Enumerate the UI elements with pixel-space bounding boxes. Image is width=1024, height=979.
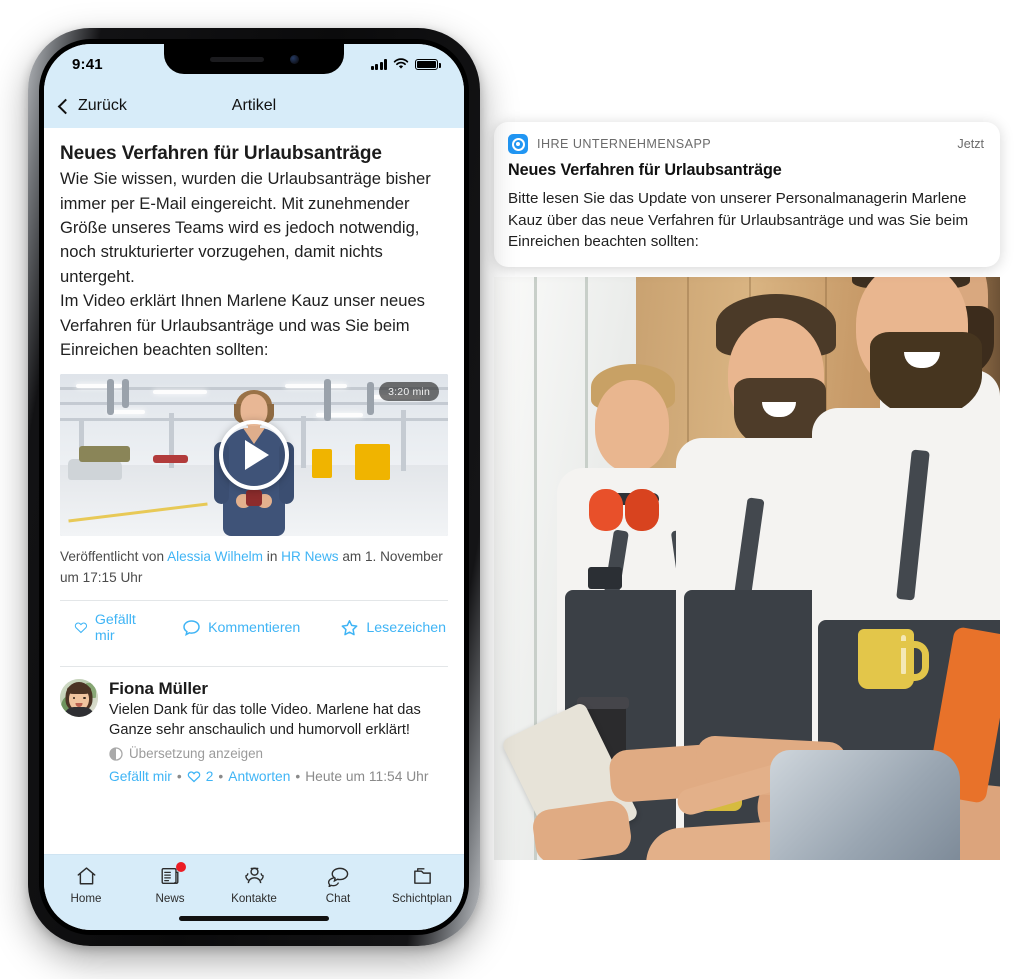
comment-button[interactable]: Kommentieren (182, 619, 301, 637)
tab-chat[interactable]: Chat (296, 864, 380, 905)
app-target-icon (508, 134, 528, 154)
show-translation-label: Übersetzung anzeigen (129, 746, 263, 762)
newspaper-icon (159, 862, 186, 888)
article-actions: Gefällt mir Kommentieren Lesezeichen (60, 601, 448, 655)
navigation-bar: Zurück Artikel (44, 84, 464, 128)
meta-separator: • (218, 769, 224, 785)
wifi-icon (393, 58, 409, 69)
tab-schichtplan[interactable]: Schichtplan (380, 864, 464, 905)
star-icon (341, 619, 358, 635)
comment-timestamp: Heute um 11:54 Uhr (305, 769, 429, 785)
byline-author-link[interactable]: Alessia Wilhelm (167, 549, 263, 564)
comment-item: Fiona Müller Vielen Dank für das tolle V… (44, 667, 464, 784)
notification-card[interactable]: IHRE UNTERNEHMENSAPP Jetzt Neues Verfahr… (494, 122, 1000, 267)
comment-text: Vielen Dank für das tolle Video. Marlene… (109, 701, 421, 739)
globe-icon (109, 746, 123, 761)
tab-news-label: News (155, 892, 185, 905)
byline-channel-link[interactable]: HR News (281, 549, 338, 564)
front-camera-icon (289, 54, 299, 64)
comment-author[interactable]: Fiona Müller (109, 679, 448, 699)
home-indicator[interactable] (179, 916, 329, 921)
comment-button-label: Kommentieren (208, 619, 301, 636)
back-button[interactable]: Zurück (57, 97, 127, 115)
tab-chat-label: Chat (325, 892, 351, 905)
chat-bubbles-icon (326, 864, 350, 888)
article-scroll-area[interactable]: Neues Verfahren für Urlaubsanträge Wie S… (44, 128, 464, 854)
heart-icon (74, 622, 88, 634)
article-body: Wie Sie wissen, wurden die Urlaubsanträg… (60, 169, 431, 359)
chevron-left-icon (57, 98, 74, 114)
comment-reply-button[interactable]: Antworten (228, 769, 290, 784)
play-icon[interactable] (219, 420, 289, 491)
video-player[interactable]: 3:20 min (60, 374, 448, 537)
phone-screen: 9:41 Zurück Artikel Neues Verfahren für … (44, 44, 464, 930)
tab-schichtplan-label: Schichtplan (392, 892, 452, 905)
news-badge (176, 862, 186, 872)
notification-title: Neues Verfahren für Urlaubsanträge (508, 161, 782, 179)
phone-device: 9:41 Zurück Artikel Neues Verfahren für … (28, 28, 480, 946)
notification-panel: IHRE UNTERNEHMENSAPP Jetzt Neues Verfahr… (494, 122, 1000, 860)
contacts-icon (242, 864, 267, 888)
notification-app-name: IHRE UNTERNEHMENSAPP (537, 137, 712, 151)
yellow-mug (858, 629, 930, 689)
article: Neues Verfahren für Urlaubsanträge Wie S… (44, 128, 464, 667)
tab-home-label: Home (70, 892, 102, 905)
article-title: Neues Verfahren für Urlaubsanträge (60, 143, 382, 164)
notification-header: IHRE UNTERNEHMENSAPP Jetzt (508, 134, 984, 154)
tab-home[interactable]: Home (44, 864, 128, 905)
comment-body: Fiona Müller Vielen Dank für das tolle V… (109, 679, 448, 784)
avatar[interactable] (60, 678, 98, 717)
heart-outline-icon (187, 771, 200, 783)
comment-like-button[interactable]: Gefällt mir (109, 769, 172, 784)
comment-meta: Gefällt mir • 2 • Antworten • Heute um 1… (109, 769, 448, 784)
meta-separator: • (176, 769, 182, 785)
tab-news[interactable]: News (128, 862, 212, 905)
status-icons (371, 58, 441, 70)
home-icon (75, 864, 98, 888)
team-photo (494, 277, 1000, 860)
byline-middle: in (263, 549, 282, 565)
notification-time: Jetzt (957, 137, 984, 151)
notification-text: Bitte lesen Sie das Update von unserer P… (508, 190, 969, 251)
screenshot-stage: IHRE UNTERNEHMENSAPP Jetzt Neues Verfahr… (0, 0, 1024, 979)
ear-protection-icon (588, 489, 669, 531)
phone-notch (164, 44, 344, 74)
bookmark-button[interactable]: Lesezeichen (340, 619, 446, 637)
like-button[interactable]: Gefällt mir (74, 612, 142, 644)
byline-prefix: Veröffentlicht von (60, 549, 168, 565)
cloth (769, 750, 960, 860)
status-clock: 9:41 (72, 55, 103, 73)
bookmark-button-label: Lesezeichen (366, 619, 446, 636)
article-byline: Veröffentlicht von Alessia Wilhelm in HR… (60, 547, 448, 588)
overall-buckle (588, 567, 622, 589)
tab-kontakte[interactable]: Kontakte (212, 864, 296, 905)
back-button-label: Zurück (78, 97, 127, 114)
show-translation-button[interactable]: Übersetzung anzeigen (109, 746, 448, 761)
battery-icon (415, 58, 441, 70)
speaker-grille (209, 56, 264, 62)
comment-like-count: 2 (205, 769, 214, 785)
comment-bubble-icon (183, 620, 200, 637)
folder-icon (411, 864, 434, 888)
phone-bezel: 9:41 Zurück Artikel Neues Verfahren für … (39, 39, 469, 935)
tab-kontakte-label: Kontakte (231, 892, 277, 905)
meta-separator: • (295, 769, 301, 785)
video-duration: 3:20 min (379, 382, 439, 402)
cellular-bars-icon (371, 59, 387, 70)
like-button-label: Gefällt mir (94, 611, 136, 644)
